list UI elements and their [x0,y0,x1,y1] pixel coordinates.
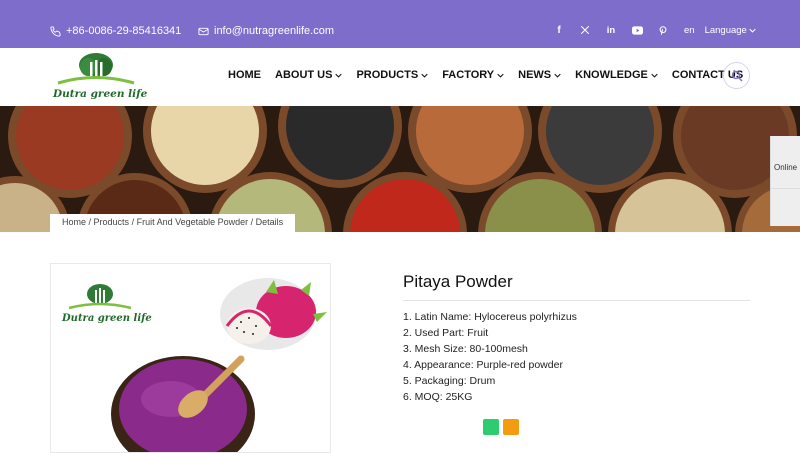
product-photo [68,278,327,452]
nav-factory[interactable]: FACTORY [442,69,504,81]
language-label: Language [704,25,747,36]
linkedin-icon[interactable]: in [605,24,617,36]
title-divider [403,300,750,301]
nav-label: PRODUCTS [356,69,419,81]
product-image-logo-text: Dutra green life [62,313,152,324]
widget-divider [771,188,800,189]
facebook-icon[interactable]: f [553,24,565,36]
nav-label: ABOUT US [275,69,333,81]
chevron-down-icon [421,73,428,78]
breadcrumb-separator: / [129,217,137,227]
breadcrumb-home[interactable]: Home [62,217,86,227]
spec-item: 4. Appearance: Purple-red powder [403,359,563,371]
nav-label: FACTORY [442,69,495,81]
main-nav: HOME ABOUT US PRODUCTS FACTORY NEWS KNOW… [228,69,743,81]
x-twitter-icon[interactable] [579,24,591,36]
tree-logo-icon [57,53,135,85]
breadcrumb-category[interactable]: Fruit And Vegetable Powder [137,217,249,227]
breadcrumb-separator: / [248,217,256,227]
nav-label: HOME [228,69,261,81]
nav-home[interactable]: HOME [228,69,261,81]
search-icon [731,70,743,82]
chevron-down-icon [335,73,343,78]
breadcrumb-separator: / [86,217,94,227]
nav-knowledge[interactable]: KNOWLEDGE [575,69,658,81]
language-code: en [684,25,695,36]
online-chat-widget[interactable]: Online [770,136,800,226]
nav-label: KNOWLEDGE [575,69,648,81]
spec-item: 3. Mesh Size: 80-100mesh [403,343,528,355]
email-address: info@nutragreenlife.com [214,25,335,37]
chevron-down-icon [749,28,756,33]
product-title: Pitaya Powder [403,272,513,291]
breadcrumb-current: Details [255,217,284,227]
breadcrumb-products[interactable]: Products [94,217,130,227]
search-button[interactable] [723,62,750,89]
main-header: Dutra green life HOME ABOUT US PRODUCTS … [0,48,800,106]
logo-text: Dutra green life [53,88,148,100]
social-links: f in [553,24,669,36]
product-specs: 1. Latin Name: Hylocereus polyrhizus 2. … [403,309,577,405]
site-logo[interactable]: Dutra green life [52,52,147,102]
youtube-icon[interactable] [631,24,643,36]
phone-icon [50,25,61,37]
nav-products[interactable]: PRODUCTS [356,69,428,81]
breadcrumb: Home / Products / Fruit And Vegetable Po… [50,214,296,232]
phone-contact[interactable]: +86-0086-29-85416341 [50,25,181,37]
chevron-down-icon [651,73,658,78]
language-selector[interactable]: en Language [684,25,756,36]
nav-news[interactable]: NEWS [518,69,561,81]
top-bar: +86-0086-29-85416341 info@nutragreenlife… [0,0,800,51]
chevron-down-icon [497,73,504,78]
pinterest-icon[interactable] [657,24,669,36]
chevron-down-icon [554,73,561,78]
spec-item: 1. Latin Name: Hylocereus polyrhizus [403,311,577,323]
spec-item: 2. Used Part: Fruit [403,327,489,339]
green-share-button[interactable] [483,419,499,435]
spec-item: 6. MOQ: 25KG [403,391,473,403]
email-icon [198,27,209,35]
email-contact[interactable]: info@nutragreenlife.com [198,25,334,37]
nav-about-us[interactable]: ABOUT US [275,69,343,81]
phone-number: +86-0086-29-85416341 [66,25,182,37]
orange-share-button[interactable] [503,419,519,435]
online-label: Online [774,163,798,172]
nav-label: NEWS [518,69,552,81]
product-image[interactable]: Dutra green life [50,263,331,453]
spec-item: 5. Packaging: Drum [403,375,496,387]
